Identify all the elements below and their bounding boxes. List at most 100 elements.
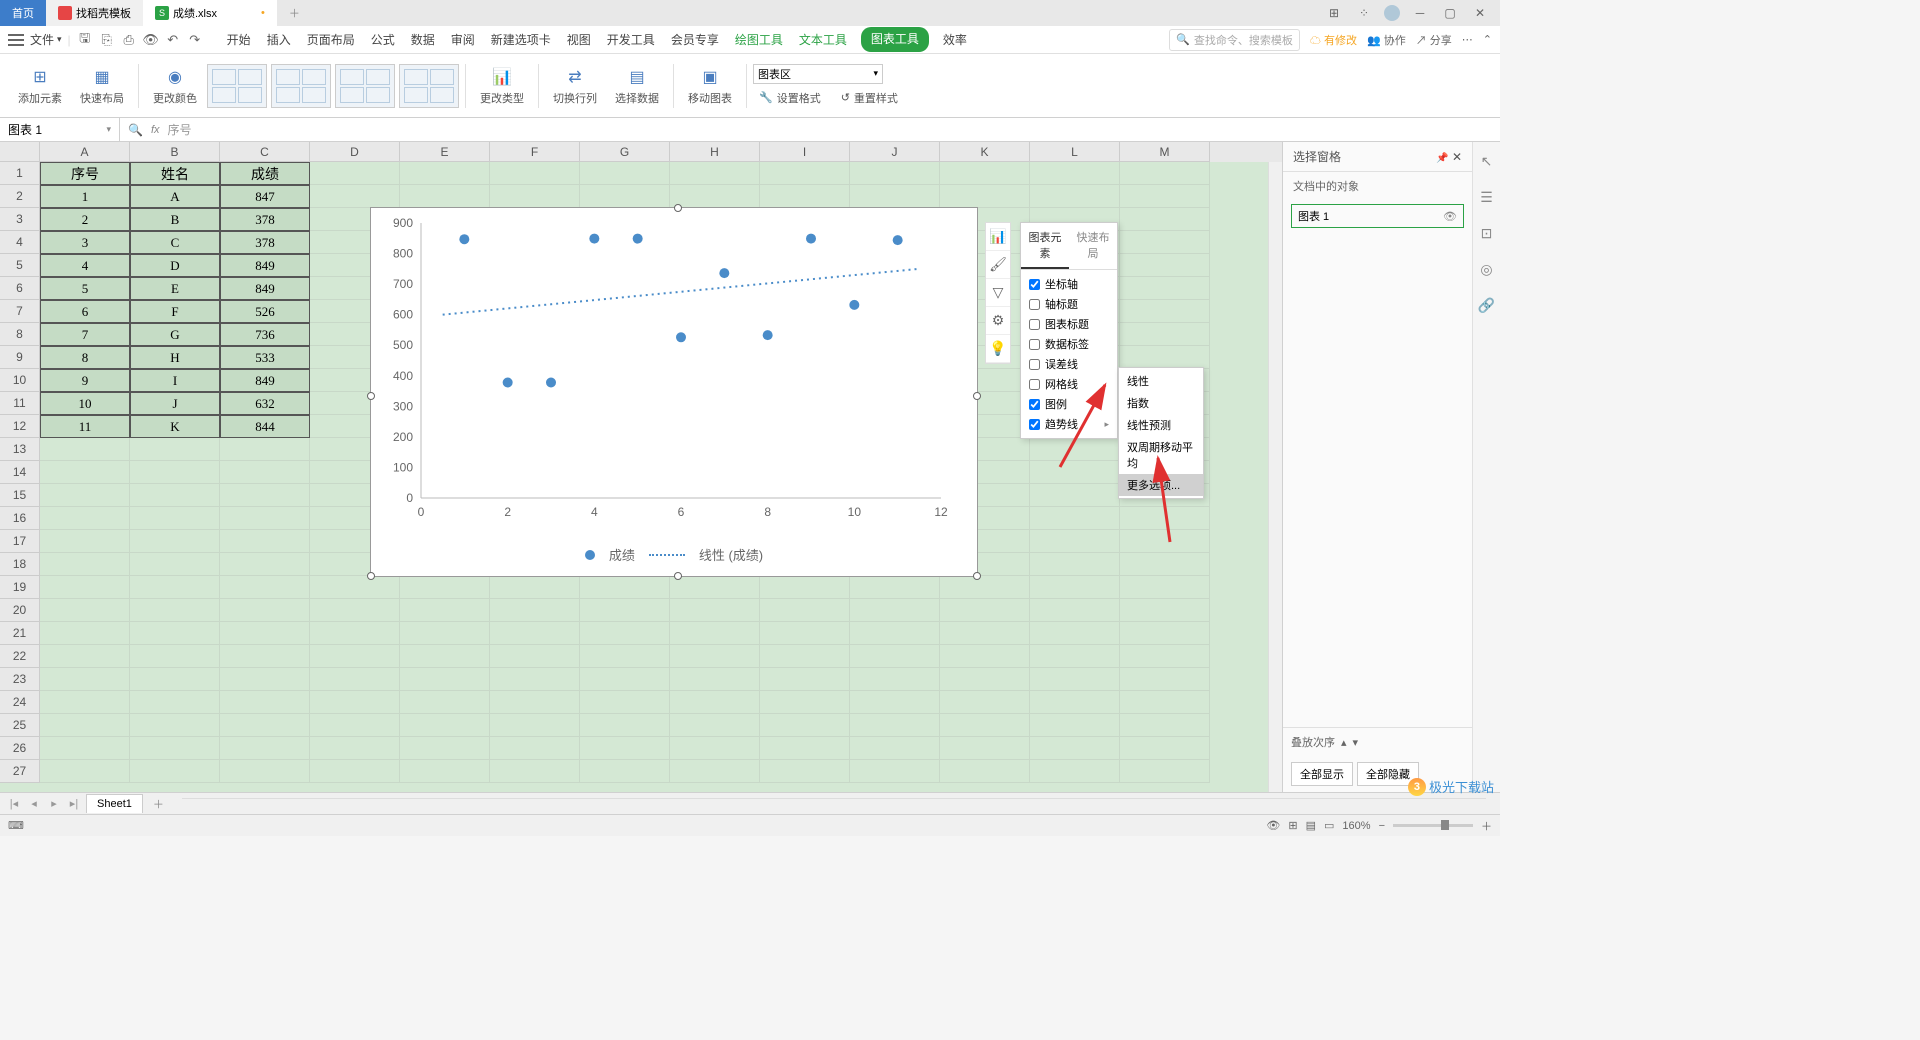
cell-C13[interactable]: [220, 438, 310, 461]
cell-C21[interactable]: [220, 622, 310, 645]
pending-changes[interactable]: ☁ 有修改: [1310, 32, 1357, 48]
cell-D20[interactable]: [310, 599, 400, 622]
cell-C22[interactable]: [220, 645, 310, 668]
command-search[interactable]: 🔍 查找命令、搜索模板: [1169, 29, 1300, 51]
redo-icon[interactable]: ↷: [187, 32, 203, 48]
more-icon[interactable]: ⋯: [1462, 33, 1473, 46]
cell-C17[interactable]: [220, 530, 310, 553]
cell-J2[interactable]: [850, 185, 940, 208]
chart-elements-tool[interactable]: 📊: [986, 223, 1010, 251]
cell-F27[interactable]: [490, 760, 580, 783]
preview-icon[interactable]: 👁: [143, 32, 159, 48]
cell-L25[interactable]: [1030, 714, 1120, 737]
cell-F26[interactable]: [490, 737, 580, 760]
col-header-H[interactable]: H: [670, 142, 760, 162]
chart-elem-check-4[interactable]: [1029, 359, 1040, 370]
row-header-25[interactable]: 25: [0, 714, 40, 737]
cell-E25[interactable]: [400, 714, 490, 737]
cell-L2[interactable]: [1030, 185, 1120, 208]
cell-I27[interactable]: [760, 760, 850, 783]
row-header-23[interactable]: 23: [0, 668, 40, 691]
cell-M16[interactable]: [1120, 507, 1210, 530]
cell-M17[interactable]: [1120, 530, 1210, 553]
cell-A11[interactable]: 10: [40, 392, 130, 415]
cell-B25[interactable]: [130, 714, 220, 737]
cell-C18[interactable]: [220, 553, 310, 576]
cell-A15[interactable]: [40, 484, 130, 507]
menu-tab-9[interactable]: 会员专享: [669, 27, 721, 52]
cell-L1[interactable]: [1030, 162, 1120, 185]
cell-G1[interactable]: [580, 162, 670, 185]
cell-B4[interactable]: C: [130, 231, 220, 254]
cell-K25[interactable]: [940, 714, 1030, 737]
cell-C24[interactable]: [220, 691, 310, 714]
select-all-corner[interactable]: [0, 142, 40, 162]
cell-G21[interactable]: [580, 622, 670, 645]
cell-L14[interactable]: [1030, 461, 1120, 484]
row-header-8[interactable]: 8: [0, 323, 40, 346]
cell-A25[interactable]: [40, 714, 130, 737]
cell-L15[interactable]: [1030, 484, 1120, 507]
cell-H22[interactable]: [670, 645, 760, 668]
menu-tab-10[interactable]: 绘图工具: [733, 27, 785, 52]
chart-elem-check-7[interactable]: [1029, 419, 1040, 430]
cell-D27[interactable]: [310, 760, 400, 783]
cell-B1[interactable]: 姓名: [130, 162, 220, 185]
move-down-icon[interactable]: ▾: [1353, 736, 1359, 749]
chart-elem-5[interactable]: 网格线: [1021, 374, 1117, 394]
apps-icon[interactable]: ⁘: [1354, 3, 1374, 23]
cell-H1[interactable]: [670, 162, 760, 185]
add-sheet-button[interactable]: ＋: [147, 796, 170, 812]
cell-E26[interactable]: [400, 737, 490, 760]
cell-D23[interactable]: [310, 668, 400, 691]
cell-A6[interactable]: 5: [40, 277, 130, 300]
cell-C5[interactable]: 849: [220, 254, 310, 277]
change-color-button[interactable]: ◉更改颜色: [145, 56, 205, 116]
cell-L21[interactable]: [1030, 622, 1120, 645]
minimize-button[interactable]: ─: [1410, 3, 1430, 23]
chart-filter-tool[interactable]: ▽: [986, 279, 1010, 307]
spreadsheet-grid[interactable]: ABCDEFGHIJKLM 1序号姓名成绩21A84732B37843C3785…: [0, 142, 1282, 792]
chart-elem-3[interactable]: 数据标签: [1021, 334, 1117, 354]
chart-elem-check-0[interactable]: [1029, 279, 1040, 290]
cell-C6[interactable]: 849: [220, 277, 310, 300]
file-menu[interactable]: 文件 ▾: [30, 31, 62, 48]
cell-H2[interactable]: [670, 185, 760, 208]
cell-B7[interactable]: F: [130, 300, 220, 323]
chart-elem-check-6[interactable]: [1029, 399, 1040, 410]
cell-L23[interactable]: [1030, 668, 1120, 691]
cell-C10[interactable]: 849: [220, 369, 310, 392]
cell-C8[interactable]: 736: [220, 323, 310, 346]
cell-M2[interactable]: [1120, 185, 1210, 208]
properties-icon[interactable]: ☰: [1478, 188, 1496, 206]
cell-K20[interactable]: [940, 599, 1030, 622]
cell-C20[interactable]: [220, 599, 310, 622]
cell-A12[interactable]: 11: [40, 415, 130, 438]
row-header-19[interactable]: 19: [0, 576, 40, 599]
trend-option-0[interactable]: 线性: [1119, 370, 1203, 392]
cell-J20[interactable]: [850, 599, 940, 622]
cell-A17[interactable]: [40, 530, 130, 553]
cell-A8[interactable]: 7: [40, 323, 130, 346]
cell-B6[interactable]: E: [130, 277, 220, 300]
menu-tab-3[interactable]: 公式: [369, 27, 397, 52]
cell-B11[interactable]: J: [130, 392, 220, 415]
tab-template[interactable]: 找稻壳模板: [46, 0, 143, 26]
cell-D24[interactable]: [310, 691, 400, 714]
chart-elem-check-1[interactable]: [1029, 299, 1040, 310]
row-header-22[interactable]: 22: [0, 645, 40, 668]
cell-M22[interactable]: [1120, 645, 1210, 668]
cell-A4[interactable]: 3: [40, 231, 130, 254]
chart-style-tool[interactable]: 🖌: [986, 251, 1010, 279]
cell-L24[interactable]: [1030, 691, 1120, 714]
export-icon[interactable]: ⎘: [99, 32, 115, 48]
change-type-button[interactable]: 📊更改类型: [472, 56, 532, 116]
cell-E19[interactable]: [400, 576, 490, 599]
cell-H27[interactable]: [670, 760, 760, 783]
save-icon[interactable]: 🖫: [77, 32, 93, 48]
col-header-M[interactable]: M: [1120, 142, 1210, 162]
cell-M4[interactable]: [1120, 231, 1210, 254]
style-thumb-2[interactable]: [271, 64, 331, 108]
cell-E23[interactable]: [400, 668, 490, 691]
cell-D25[interactable]: [310, 714, 400, 737]
